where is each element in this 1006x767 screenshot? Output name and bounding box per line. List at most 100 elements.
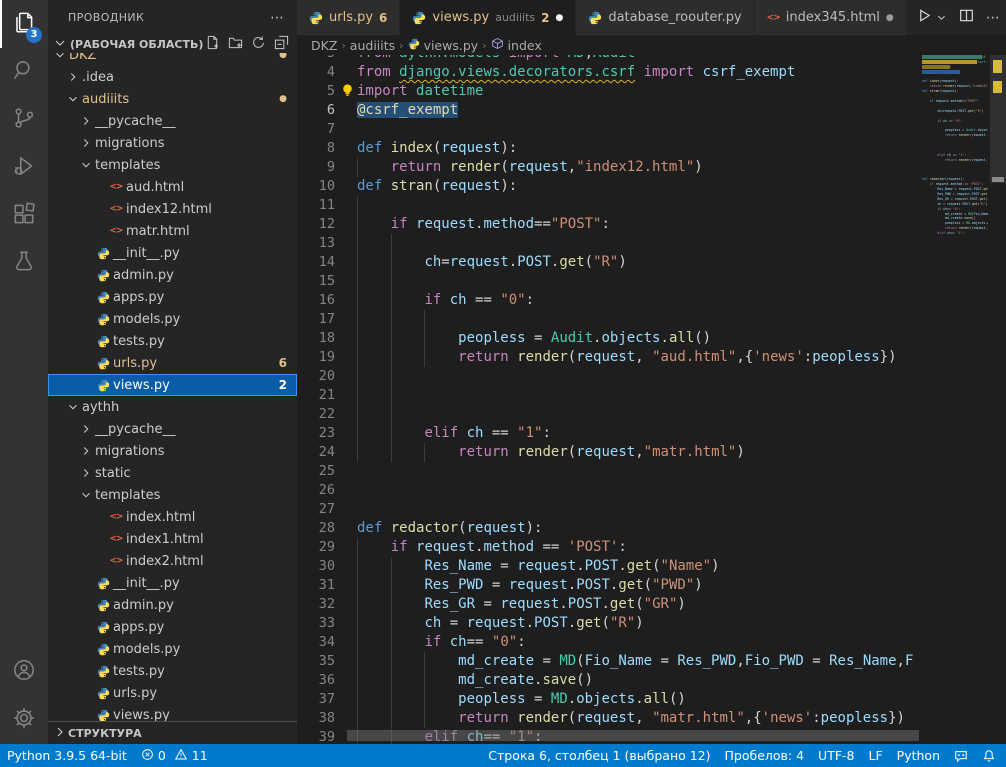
code-line-25[interactable]: 25 — [297, 462, 922, 481]
tree-item-tests.py[interactable]: tests.py — [48, 330, 297, 352]
tab-views.py[interactable]: views.pyaudiiits2● — [400, 0, 576, 35]
code-line-13[interactable]: 13 — [297, 234, 922, 253]
code-line-11[interactable]: 11 — [297, 196, 922, 215]
tree-item-static[interactable]: static — [48, 462, 297, 484]
code-line-5[interactable]: 5import datetime — [297, 82, 922, 101]
line-number[interactable]: 24 — [297, 443, 335, 462]
run-dropdown-chevron-icon[interactable] — [936, 8, 947, 27]
tree-item-aythh[interactable]: aythh — [48, 396, 297, 418]
tree-item-urls.py[interactable]: urls.py6 — [48, 352, 297, 374]
code-line-26[interactable]: 26 — [297, 481, 922, 500]
tree-item-templates[interactable]: templates — [48, 484, 297, 506]
tree-item-views.py[interactable]: views.py — [48, 704, 297, 722]
code-line-23[interactable]: 23 elif ch == "1": — [297, 424, 922, 443]
line-number[interactable]: 28 — [297, 519, 335, 538]
tree-item-models.py[interactable]: models.py — [48, 638, 297, 660]
code-line-34[interactable]: 34 if ch== "0": — [297, 633, 922, 652]
tree-item-models.py[interactable]: models.py — [48, 308, 297, 330]
line-number[interactable]: 21 — [297, 386, 335, 405]
workspace-section-header[interactable]: (РАБОЧАЯ ОБЛАСТЬ) ... — [48, 35, 297, 53]
code-line-14[interactable]: 14 ch=request.POST.get("R") — [297, 253, 922, 272]
line-number[interactable]: 29 — [297, 538, 335, 557]
tree-item-templates[interactable]: templates — [48, 154, 297, 176]
line-number[interactable]: 10 — [297, 177, 335, 196]
run-file-icon[interactable] — [917, 8, 932, 27]
indentation-status[interactable]: Пробелов: 4 — [718, 744, 812, 767]
tree-item-migrations[interactable]: migrations — [48, 440, 297, 462]
line-number[interactable]: 32 — [297, 595, 335, 614]
code-line-3[interactable]: 3from aythh.models import MD,Audit — [297, 55, 922, 63]
activity-run-debug-button[interactable] — [0, 144, 48, 192]
new-folder-icon[interactable] — [228, 35, 243, 53]
line-number[interactable]: 38 — [297, 709, 335, 728]
activity-extensions-button[interactable] — [0, 192, 48, 240]
new-file-icon[interactable] — [205, 35, 220, 53]
line-number[interactable]: 20 — [297, 367, 335, 386]
tab-dirty-dot[interactable]: ● — [886, 13, 894, 23]
notifications-bell-icon[interactable] — [975, 744, 1006, 767]
code-line-29[interactable]: 29 if request.method == 'POST': — [297, 538, 922, 557]
cursor-position-status[interactable]: Строка 6, столбец 1 (выбрано 12) — [481, 744, 717, 767]
tree-item-apps.py[interactable]: apps.py — [48, 286, 297, 308]
activity-search-button[interactable] — [0, 48, 48, 96]
horizontal-scrollbar-thumb[interactable] — [347, 730, 919, 741]
tree-item-admin.py[interactable]: admin.py — [48, 594, 297, 616]
python-interpreter-status[interactable]: Python 3.9.5 64-bit — [0, 744, 134, 767]
tab-urls.py[interactable]: urls.py6 — [297, 0, 400, 35]
tree-item-__pycache__[interactable]: __pycache__ — [48, 418, 297, 440]
line-number[interactable]: 17 — [297, 310, 335, 329]
line-number[interactable]: 36 — [297, 671, 335, 690]
tree-item-urls.py[interactable]: urls.py — [48, 682, 297, 704]
code-line-38[interactable]: 38 return render(request, "matr.html",{'… — [297, 709, 922, 728]
code-line-21[interactable]: 21 — [297, 386, 922, 405]
code-line-12[interactable]: 12 if request.method=="POST": — [297, 215, 922, 234]
code-line-35[interactable]: 35 md_create = MD(Fio_Name = Res_PWD,Fio… — [297, 652, 922, 671]
line-number[interactable]: 37 — [297, 690, 335, 709]
line-number[interactable]: 18 — [297, 329, 335, 348]
line-number[interactable]: 6 — [297, 101, 335, 120]
line-number[interactable]: 4 — [297, 63, 335, 82]
tree-item-tests.py[interactable]: tests.py — [48, 660, 297, 682]
breadcrumb-item-index-symbol[interactable]: index — [491, 37, 542, 53]
line-number[interactable]: 3 — [297, 55, 335, 63]
code-line-7[interactable]: 7 — [297, 120, 922, 139]
tree-item-admin.py[interactable]: admin.py — [48, 264, 297, 286]
code-line-22[interactable]: 22 — [297, 405, 922, 424]
breadcrumb-item-dkz[interactable]: DKZ — [311, 38, 337, 53]
account-button[interactable] — [0, 648, 48, 696]
tree-item-aud.html[interactable]: <>aud.html — [48, 176, 297, 198]
line-number[interactable]: 14 — [297, 253, 335, 272]
code-line-32[interactable]: 32 Res_GR = request.POST.get("GR") — [297, 595, 922, 614]
tab-dirty-dot[interactable]: ● — [555, 13, 563, 23]
tree-item-.idea[interactable]: .idea — [48, 66, 297, 88]
activity-source-control-button[interactable] — [0, 96, 48, 144]
minimap[interactable]: from aythh.models import MD,Auditfrom dj… — [922, 55, 988, 744]
tree-item-audiiits[interactable]: audiiits● — [48, 88, 297, 110]
line-number[interactable]: 23 — [297, 424, 335, 443]
tree-item-apps.py[interactable]: apps.py — [48, 616, 297, 638]
tree-item-views.py[interactable]: views.py2 — [48, 374, 297, 396]
problems-status[interactable]: 0 11 — [134, 744, 215, 767]
code-line-20[interactable]: 20 — [297, 367, 922, 386]
tree-item-index12.html[interactable]: <>index12.html — [48, 198, 297, 220]
tree-item-migrations[interactable]: migrations — [48, 132, 297, 154]
line-number[interactable]: 22 — [297, 405, 335, 424]
explorer-more-actions-icon[interactable]: ⋯ — [270, 10, 285, 26]
line-number[interactable]: 27 — [297, 500, 335, 519]
tree-item-index1.html[interactable]: <>index1.html — [48, 528, 297, 550]
line-number[interactable]: 19 — [297, 348, 335, 367]
line-number[interactable]: 9 — [297, 158, 335, 177]
line-number[interactable]: 15 — [297, 272, 335, 291]
encoding-status[interactable]: UTF-8 — [811, 744, 861, 767]
refresh-icon[interactable] — [251, 35, 266, 53]
line-number[interactable]: 39 — [297, 728, 335, 744]
line-number[interactable]: 35 — [297, 652, 335, 671]
line-number[interactable]: 34 — [297, 633, 335, 652]
line-number[interactable]: 7 — [297, 120, 335, 139]
code-line-16[interactable]: 16 if ch == "0": — [297, 291, 922, 310]
lightbulb-icon[interactable] — [341, 83, 354, 102]
feedback-icon[interactable] — [947, 744, 975, 767]
line-number[interactable]: 31 — [297, 576, 335, 595]
code-line-17[interactable]: 17 — [297, 310, 922, 329]
tab-database_roouter.py[interactable]: database_roouter.py — [576, 0, 754, 35]
